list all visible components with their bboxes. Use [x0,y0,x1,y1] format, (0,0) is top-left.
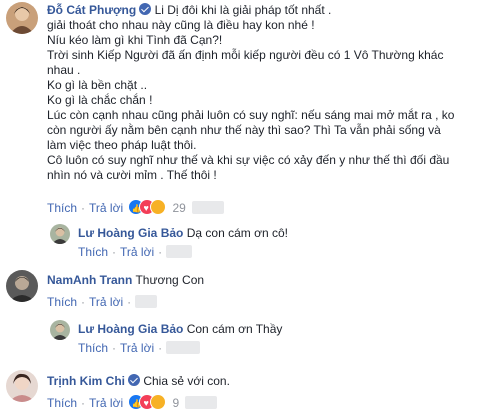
like-link[interactable]: Thích [47,396,77,410]
comment-line: Lúc còn cạnh nhau cũng phải luôn có suy … [47,108,455,122]
comment-line: nhìn nó và cười mỉm . Thế thôi ! [47,168,217,182]
comment-actions: Thích · Trả lời · [47,294,158,310]
avatar-photo-icon [50,320,70,340]
timestamp-blurred [191,201,224,214]
comment-line: nhau . [47,63,81,77]
comment-line: còn người ấy nằm bên cạnh như thế này th… [47,123,441,137]
avatar-photo-icon [6,370,38,402]
like-link[interactable]: Thích [78,245,108,259]
separator-dot: · [158,245,163,259]
comment-namanh-trann: NamAnh Trann Thương Con Thích · Trả lời · [0,268,501,312]
comment-author[interactable]: Đỗ Cát Phượng [47,3,136,17]
comment-line: Li Dị đôi khi là giải pháp tốt nhất . [154,3,332,17]
comment-line: Trời sinh Kiếp Người đã ấn định mỗi kiếp… [47,48,444,62]
comment-body: Trịnh Kim Chi Chia sẻ với con. [47,374,487,389]
avatar[interactable] [6,370,38,402]
separator-dot: · [112,245,117,259]
like-link[interactable]: Thích [78,341,108,355]
wow-reaction-icon [150,394,167,410]
reply-lu-hoang-gia-bao: Lư Hoàng Gia Bảo Dạ con cám ơn cô! Thích… [0,222,501,264]
wow-reaction-icon [150,199,167,215]
reaction-summary[interactable] [128,199,168,217]
comment-line: Níu kéo làm gì khi Tình đã Cạn?! [47,33,223,47]
reply-link[interactable]: Trả lời [89,396,123,410]
comment-actions: Thích ·Trả lời 29 [47,199,224,217]
comment-body: Lư Hoàng Gia Bảo Dạ con cám ơn cô! [78,226,488,241]
comment-line: Cô luôn có suy nghĩ như thế và khi sự vi… [47,153,450,167]
reaction-summary[interactable] [128,394,168,412]
timestamp-blurred [166,245,193,258]
reply-link[interactable]: Trả lời [89,295,123,309]
avatar[interactable] [6,2,38,34]
separator-dot: · [127,295,132,309]
comment-actions: Thích · Trả lời · [78,340,201,356]
avatar[interactable] [50,224,70,244]
reply-lu-hoang-gia-bao-2: Lư Hoàng Gia Bảo Con cám ơn Thầy Thích · T… [0,318,501,358]
separator-dot: · [81,295,86,309]
comment-author[interactable]: Lư Hoàng Gia Bảo [78,322,183,336]
comment-line: giải thoát cho nhau này cũng là điều hay… [47,18,315,32]
comment-line: Ko gì là chắc chắn ! [47,93,153,107]
separator-dot: · [158,341,163,355]
avatar-photo-icon [50,224,70,244]
like-link[interactable]: Thích [47,295,77,309]
comment-author[interactable]: NamAnh Trann [47,273,132,287]
comment-author[interactable]: Lư Hoàng Gia Bảo [78,226,183,240]
comment-text: Thương Con [135,273,205,287]
reply-link[interactable]: Trả lời [89,201,123,215]
timestamp-blurred [135,295,158,308]
separator-dot: · [81,201,86,215]
comment-text: Con cám ơn Thầy [186,322,283,336]
reaction-count: 9 [172,396,180,410]
avatar[interactable] [50,320,70,340]
avatar-photo-icon [6,2,38,34]
timestamp-blurred [185,396,218,409]
reply-link[interactable]: Trả lời [120,341,154,355]
comment-author[interactable]: Trịnh Kim Chi [47,374,125,388]
reply-link[interactable]: Trả lời [120,245,154,259]
avatar-photo-icon [6,270,38,302]
timestamp-blurred [166,341,201,354]
comment-line: làm việc theo pháp luật thôi. [47,138,197,152]
avatar[interactable] [6,270,38,302]
comment-text: Chia sẻ với con. [143,374,230,388]
comment-text: Dạ con cám ơn cô! [186,226,288,240]
comment-actions: Thích ·Trả lời 9 [47,394,218,412]
comment-body: Lư Hoàng Gia Bảo Con cám ơn Thầy [78,322,488,337]
comment-body: Đỗ Cát Phượng Li Dị đôi khi là giải pháp… [47,3,497,183]
separator-dot: · [81,396,86,410]
separator-dot: · [112,341,117,355]
like-link[interactable]: Thích [47,201,77,215]
comment-line: Ko gì là bền chặt .. [47,78,148,92]
verified-badge-icon [139,3,152,15]
comment-do-cat-phuong: Đỗ Cát Phượng Li Dị đôi khi là giải pháp… [0,0,501,218]
verified-badge-icon [128,374,140,386]
comment-trinh-kim-chi: Trịnh Kim Chi Chia sẻ với con. Thích · Trả… [0,366,501,415]
comment-body: NamAnh Trann Thương Con [47,273,487,288]
comment-actions: Thích · Trả lời · [78,244,193,260]
reaction-count: 29 [172,201,186,215]
